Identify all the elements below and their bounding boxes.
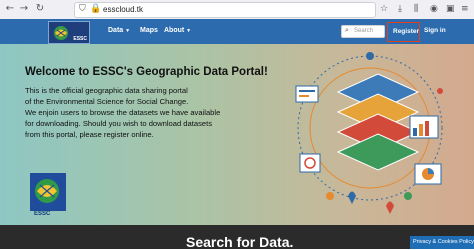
site-navbar: ESSC Data ▼ Maps About ▼ ⌕ Search Regist… xyxy=(0,19,474,44)
site-logo[interactable]: ESSC xyxy=(48,21,90,44)
data-network-illustration xyxy=(295,52,443,214)
register-label: Register xyxy=(393,28,420,35)
chevron-down-icon: ▼ xyxy=(125,28,131,34)
url-text[interactable]: esscloud.tk xyxy=(103,5,143,14)
search-section-title: Search for Data. xyxy=(186,234,294,250)
essc-logo-text: ESSC xyxy=(34,211,51,217)
nav-data[interactable]: Data ▼ xyxy=(108,27,130,34)
search-section: Search for Data. xyxy=(0,225,474,250)
url-bar[interactable]: ⛉ 🔒 esscloud.tk xyxy=(74,2,376,18)
hero-line: This is the official geographic data sha… xyxy=(25,86,188,95)
library-icon[interactable]: ⫼ xyxy=(414,3,418,15)
search-input[interactable]: ⌕ Search xyxy=(341,25,385,38)
register-button[interactable]: Register xyxy=(387,22,420,42)
hero-line: of the Environmental Science for Social … xyxy=(25,97,189,106)
reload-icon[interactable]: ↻ xyxy=(34,3,46,15)
forward-arrow-icon[interactable]: → xyxy=(18,3,30,15)
logo-text: ESSC xyxy=(73,36,87,42)
lock-icon[interactable]: 🔒 xyxy=(90,4,101,14)
browser-toolbar: ← → ↻ ⛉ 🔒 esscloud.tk ☆ ⤓ ⫼ ◉ ▣ ≡ xyxy=(0,0,474,20)
back-arrow-icon[interactable]: ← xyxy=(4,3,16,15)
extension-icon[interactable]: ▣ xyxy=(446,3,455,15)
search-icon: ⌕ xyxy=(345,26,349,34)
chevron-down-icon: ▼ xyxy=(186,28,192,34)
essc-logo: ESSC xyxy=(30,173,66,223)
shield-icon[interactable]: ⛉ xyxy=(79,4,86,14)
sign-in-link[interactable]: Sign in xyxy=(424,27,446,34)
account-icon[interactable]: ◉ xyxy=(430,3,438,15)
search-placeholder: Search xyxy=(354,28,374,34)
privacy-label: Privacy & Cookies Policy xyxy=(413,239,474,245)
hero-title: Welcome to ESSC's Geographic Data Portal… xyxy=(25,66,268,78)
hero-banner: Welcome to ESSC's Geographic Data Portal… xyxy=(0,44,474,225)
nav-about[interactable]: About ▼ xyxy=(164,27,191,34)
nav-data-label: Data xyxy=(108,27,124,34)
hero-line: from this portal, please register online… xyxy=(25,130,154,139)
hero-description: This is the official geographic data sha… xyxy=(25,85,275,140)
privacy-cookies-button[interactable]: Privacy & Cookies Policy xyxy=(410,236,474,249)
nav-maps-label: Maps xyxy=(140,27,158,34)
downloads-icon[interactable]: ⤓ xyxy=(398,3,402,15)
hero-line: for downloading. Should you wish to down… xyxy=(25,119,213,128)
nav-maps[interactable]: Maps xyxy=(140,27,158,34)
essc-emblem-icon xyxy=(30,173,66,211)
menu-icon[interactable]: ≡ xyxy=(461,3,469,15)
nav-about-label: About xyxy=(164,27,185,34)
bookmark-star-icon[interactable]: ☆ xyxy=(380,3,388,15)
hero-line: We enjoin users to browse the datasets w… xyxy=(25,108,221,117)
